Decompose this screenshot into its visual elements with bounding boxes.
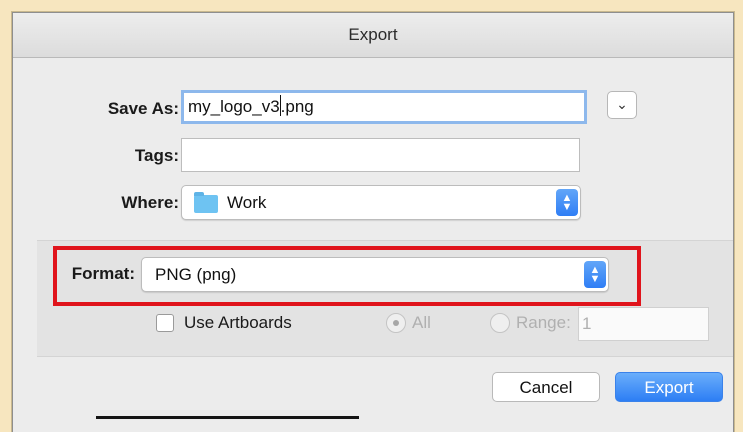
popup-stepper-icon: ▲ ▼ — [556, 189, 578, 216]
dialog-title: Export — [13, 13, 733, 58]
save-as-label: Save As: — [107, 99, 179, 118]
tags-label: Tags: — [134, 146, 179, 165]
tags-field[interactable] — [181, 138, 580, 172]
where-value: Work — [227, 193, 267, 212]
save-as-value-end: .png — [280, 97, 314, 116]
range-radio[interactable] — [490, 313, 510, 333]
save-as-field[interactable]: my_logo_v3.png — [181, 90, 587, 124]
range-field[interactable]: 1 — [578, 307, 709, 341]
chevron-down-icon: ⌄ — [616, 96, 628, 112]
format-highlight-box — [53, 246, 641, 306]
background-window-edge — [96, 416, 359, 419]
where-label: Where: — [121, 193, 179, 212]
use-artboards-label: Use Artboards — [184, 313, 292, 332]
export-button[interactable]: Export — [615, 372, 723, 402]
save-as-value-start: my_logo_v3 — [188, 97, 280, 116]
expand-dialog-button[interactable]: ⌄ — [607, 91, 637, 119]
range-radio-label: Range: — [516, 313, 571, 332]
folder-icon — [194, 192, 218, 213]
all-radio-label: All — [412, 313, 431, 332]
all-radio[interactable] — [386, 313, 406, 333]
use-artboards-checkbox[interactable] — [156, 314, 174, 332]
cancel-button[interactable]: Cancel — [492, 372, 600, 402]
where-popup[interactable]: Work ▲ ▼ — [181, 185, 581, 220]
export-dialog: Export Save As: my_logo_v3.png ⌄ Tags: W… — [12, 12, 734, 432]
